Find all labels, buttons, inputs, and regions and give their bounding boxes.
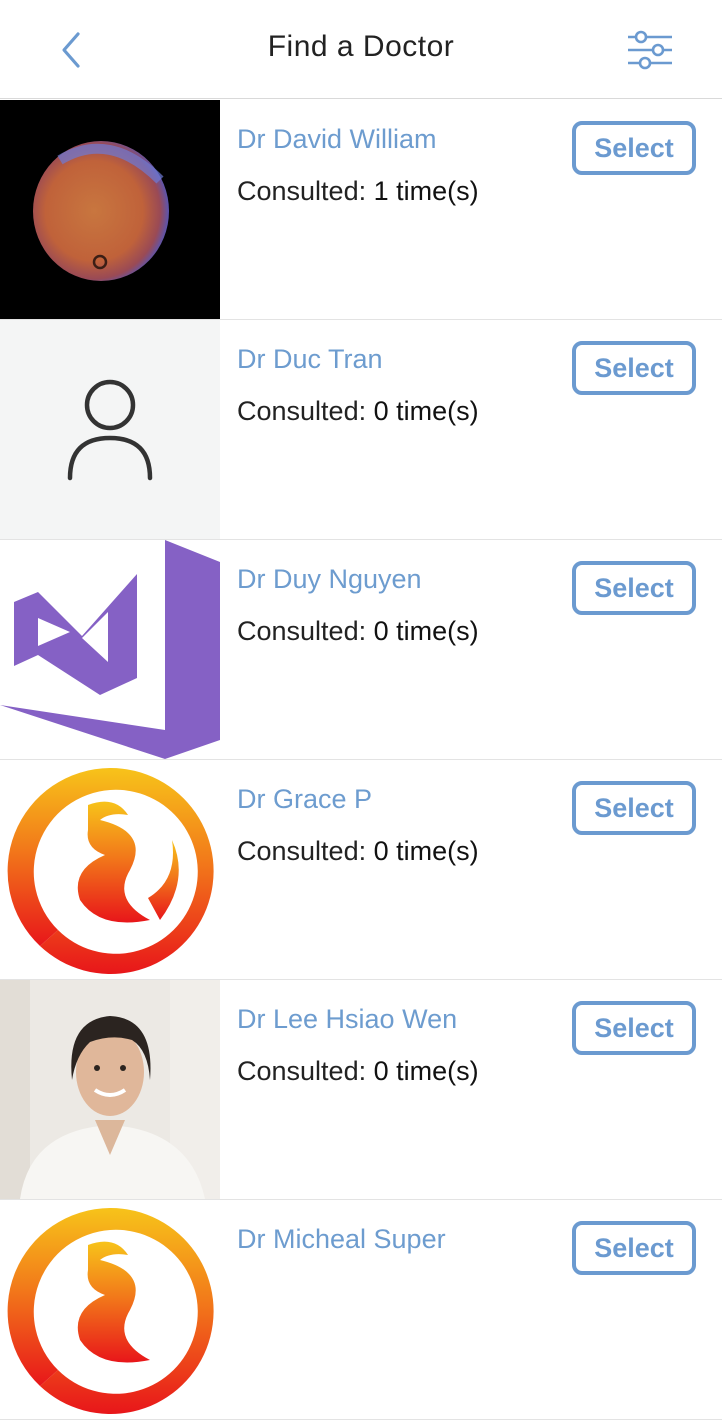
- doctor-name: Dr Micheal Super: [237, 1224, 446, 1254]
- select-button[interactable]: Select: [572, 781, 696, 835]
- doctor-row[interactable]: Dr Duc Tran Consulted: 0 time(s) Select: [0, 320, 722, 540]
- firebird-logo-icon: [0, 760, 220, 979]
- consulted-label: Consulted:: [237, 396, 367, 426]
- doctor-row[interactable]: Dr Lee Hsiao Wen Consulted: 0 time(s) Se…: [0, 980, 722, 1200]
- page-title: Find a Doctor: [267, 30, 455, 63]
- select-button[interactable]: Select: [572, 121, 696, 175]
- doctor-name: Dr David William: [237, 124, 437, 154]
- woman-portrait-photo: [0, 980, 220, 1199]
- doctor-row[interactable]: Dr David William Consulted: 1 time(s) Se…: [0, 100, 722, 320]
- doctor-name: Dr Grace P: [237, 784, 373, 814]
- consulted-value: 0 time(s): [373, 1056, 479, 1086]
- consulted-value: 0 time(s): [373, 396, 479, 426]
- doctor-row[interactable]: Dr Duy Nguyen Consulted: 0 time(s) Selec…: [0, 540, 722, 760]
- consulted-label: Consulted:: [237, 1056, 367, 1086]
- filter-button[interactable]: [624, 28, 676, 72]
- consulted-label: Consulted:: [237, 836, 367, 866]
- planet-photo-image: [0, 100, 220, 319]
- select-button[interactable]: Select: [572, 1221, 696, 1275]
- default-user-icon: [67, 379, 153, 481]
- doctor-name: Dr Duy Nguyen: [237, 564, 422, 594]
- doctor-avatar: [0, 760, 220, 979]
- consulted-value: 1 time(s): [373, 176, 479, 206]
- nav-header: Find a Doctor: [0, 0, 722, 99]
- select-button[interactable]: Select: [572, 341, 696, 395]
- consulted-label: Consulted:: [237, 616, 367, 646]
- doctor-avatar: [0, 100, 220, 319]
- doctor-avatar: [0, 1200, 220, 1419]
- doctor-avatar: [0, 980, 220, 1199]
- sliders-icon: [628, 30, 672, 70]
- consulted-count: Consulted: 0 time(s): [237, 396, 479, 427]
- doctor-avatar: [0, 540, 220, 759]
- doctor-row[interactable]: Dr Grace P Consulted: 0 time(s) Select: [0, 760, 722, 980]
- consulted-count: Consulted: 0 time(s): [237, 616, 479, 647]
- consulted-label: Consulted:: [237, 176, 367, 206]
- doctor-name: Dr Duc Tran: [237, 344, 383, 374]
- visual-studio-logo-icon: [0, 540, 220, 759]
- doctor-avatar: [0, 320, 220, 539]
- consulted-count: Consulted: 1 time(s): [237, 176, 479, 207]
- doctor-name: Dr Lee Hsiao Wen: [237, 1004, 458, 1034]
- firebird-logo-icon: [0, 1200, 220, 1419]
- consulted-value: 0 time(s): [373, 616, 479, 646]
- select-button[interactable]: Select: [572, 1001, 696, 1055]
- doctor-list: Dr David William Consulted: 1 time(s) Se…: [0, 100, 722, 1420]
- consulted-count: Consulted: 0 time(s): [237, 836, 479, 867]
- doctor-row[interactable]: Dr Micheal Super Select: [0, 1200, 722, 1420]
- select-button[interactable]: Select: [572, 561, 696, 615]
- consulted-value: 0 time(s): [373, 836, 479, 866]
- consulted-count: Consulted: 0 time(s): [237, 1056, 479, 1087]
